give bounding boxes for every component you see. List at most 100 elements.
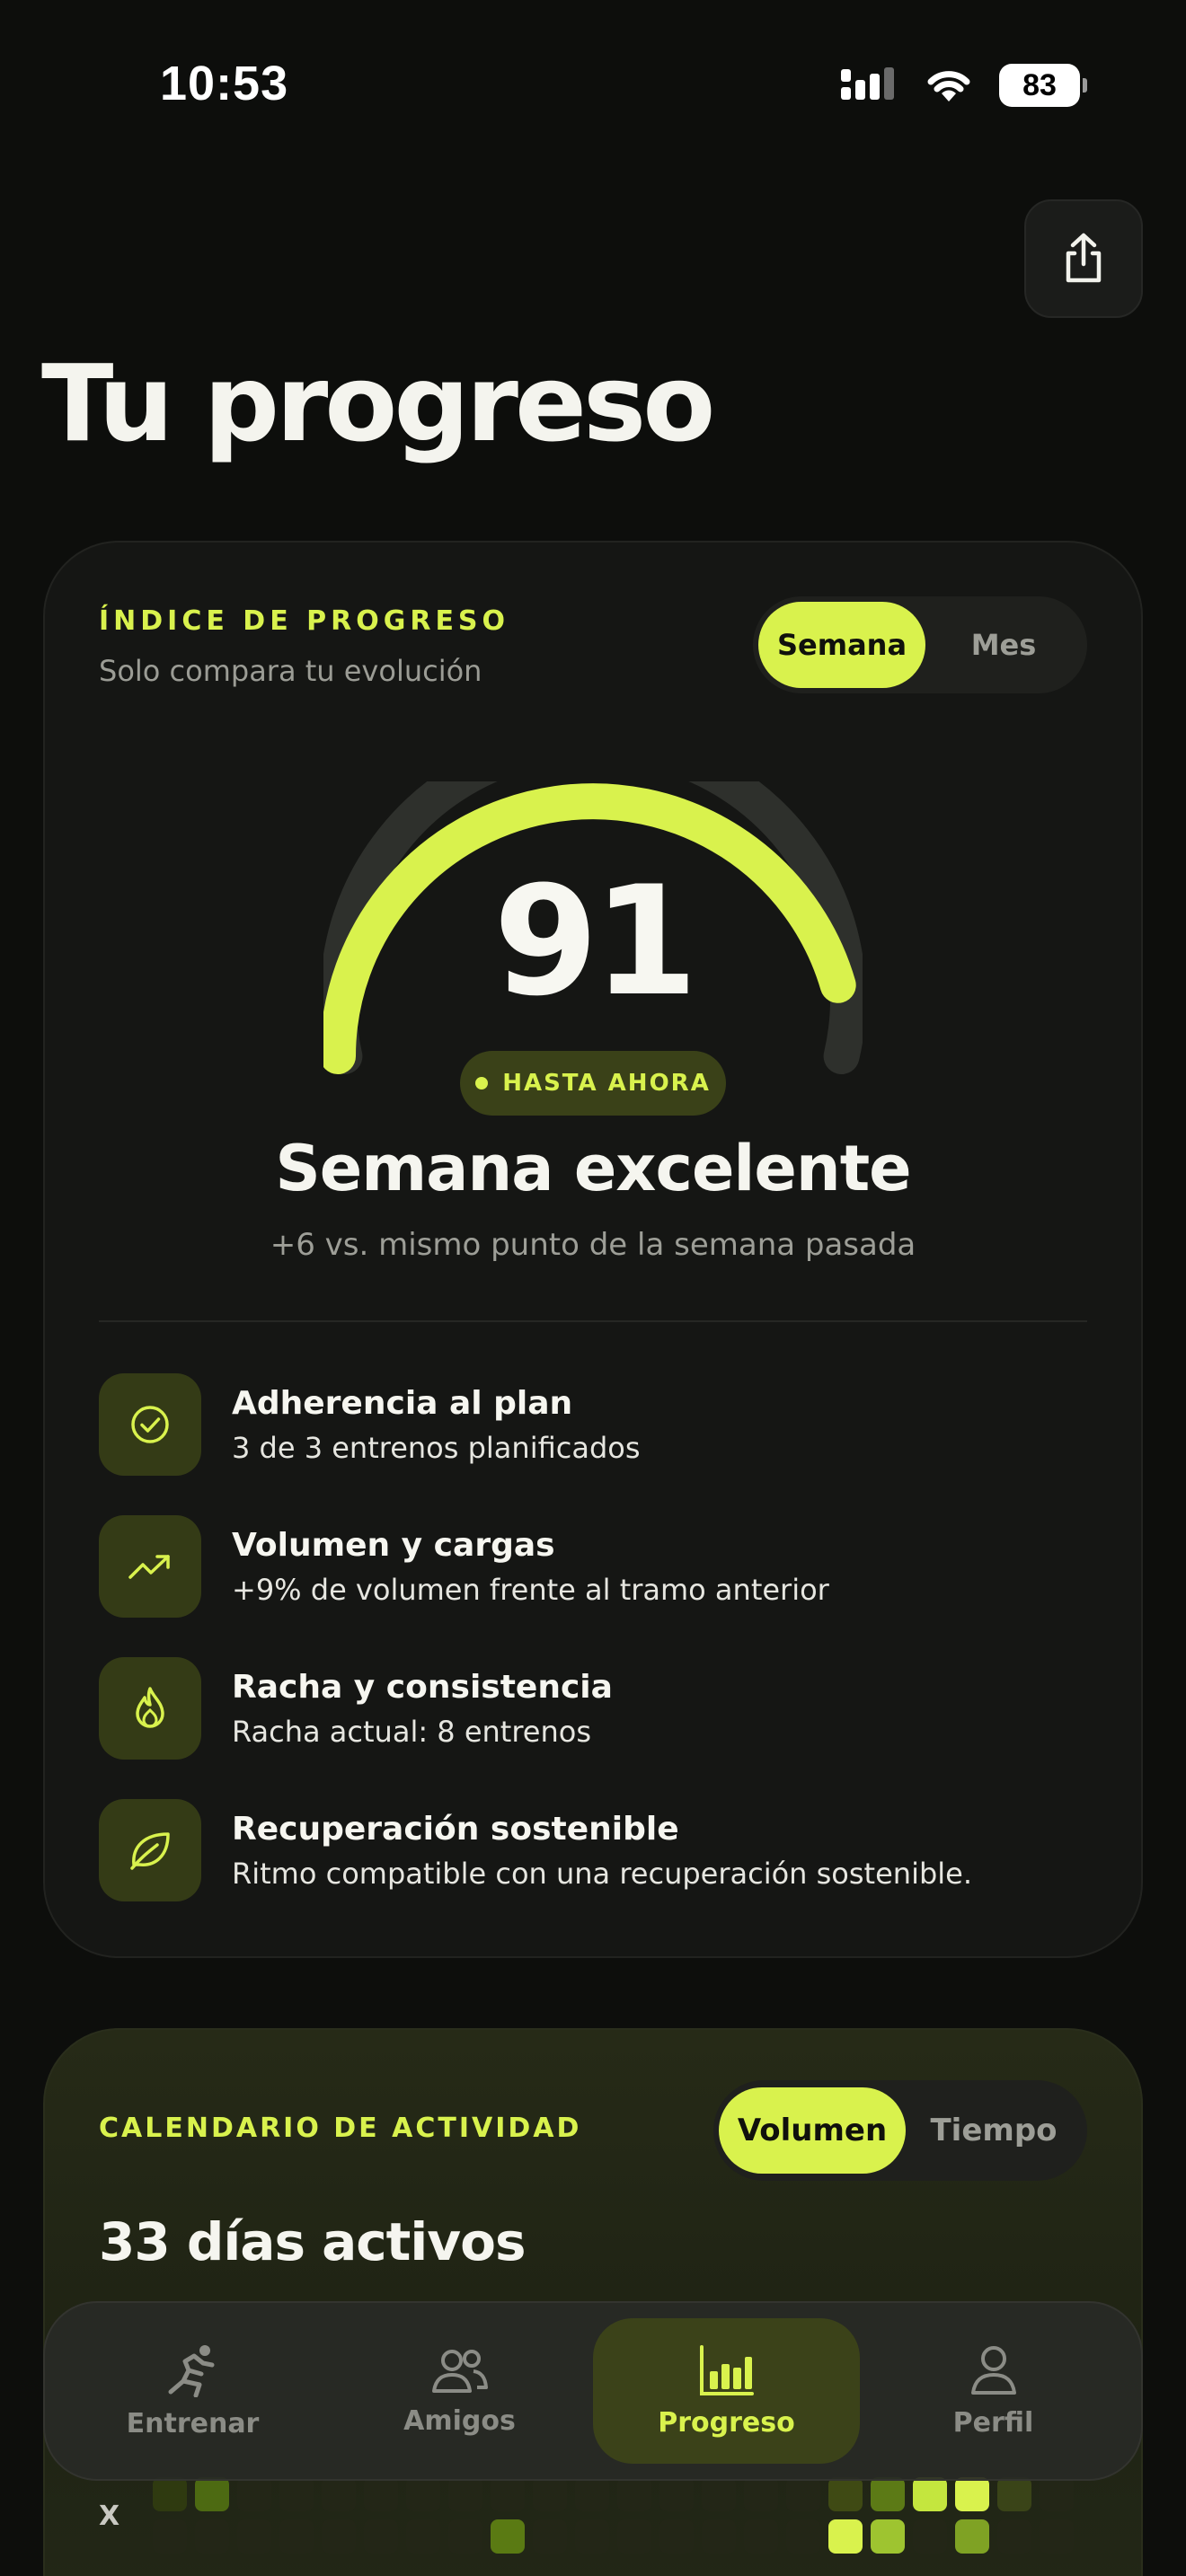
trend-up-icon (99, 1515, 201, 1618)
nav-label: Progreso (658, 2406, 795, 2439)
nav-perfil[interactable]: Perfil (860, 2318, 1127, 2464)
nav-label: Amigos (403, 2404, 516, 2437)
tab-tiempo[interactable]: Tiempo (906, 2087, 1082, 2174)
metric-title: Racha y consistencia (232, 1668, 613, 1706)
person-icon (970, 2345, 1016, 2395)
nav-label: Entrenar (126, 2407, 260, 2439)
metric-toggle: Volumen Tiempo (713, 2080, 1087, 2181)
heatmap-cell (533, 2519, 567, 2554)
heatmap-cell (617, 2519, 651, 2554)
tab-mes[interactable]: Mes (925, 602, 1082, 688)
tab-volumen[interactable]: Volumen (719, 2087, 906, 2174)
period-toggle: Semana Mes (753, 596, 1087, 693)
heatmap-cell (744, 2477, 778, 2511)
check-circle-icon (99, 1373, 201, 1476)
nav-amigos[interactable]: Amigos (326, 2318, 593, 2464)
progress-score: 91 (493, 853, 698, 1029)
heatmap-cell (279, 2477, 314, 2511)
progress-index-subtitle: Solo compara tu evolución (99, 654, 482, 688)
heatmap-cell (955, 2519, 989, 2554)
heatmap-cell (786, 2477, 820, 2511)
heatmap-cell (491, 2519, 525, 2554)
metric-desc: 3 de 3 entrenos planificados (232, 1430, 641, 1465)
week-delta: +6 vs. mismo punto de la semana pasada (270, 1227, 916, 1263)
battery-indicator: 83 (999, 64, 1087, 107)
bar-chart-icon (699, 2344, 754, 2395)
heatmap-cell (828, 2477, 863, 2511)
share-icon (1066, 233, 1102, 283)
status-time: 10:53 (160, 57, 289, 110)
flame-icon (99, 1657, 201, 1760)
heatmap-row-label: X (99, 2501, 120, 2532)
heatmap-cell (364, 2477, 398, 2511)
metric-streak: Racha y consistencia Racha actual: 8 ent… (99, 1656, 1087, 1760)
heatmap-cell (448, 2477, 482, 2511)
metric-desc: +9% de volumen frente al tramo anterior (232, 1572, 829, 1607)
metric-adherence: Adherencia al plan 3 de 3 entrenos plani… (99, 1372, 1087, 1477)
heatmap-cell (913, 2519, 947, 2554)
week-verdict: Semana excelente (275, 1132, 911, 1205)
heatmap-cell (659, 2519, 694, 2554)
metric-title: Recuperación sostenible (232, 1810, 679, 1848)
metric-title: Adherencia al plan (232, 1384, 573, 1422)
heatmap-cell (575, 2477, 609, 2511)
heatmap-cell (702, 2477, 736, 2511)
tab-semana[interactable]: Semana (758, 602, 925, 688)
nav-label: Perfil (952, 2406, 1034, 2439)
metric-recovery: Recuperación sostenible Ritmo compatible… (99, 1798, 1087, 1902)
metric-title: Volumen y cargas (232, 1526, 555, 1564)
nav-progreso[interactable]: Progreso (593, 2318, 860, 2464)
heatmap-cell (533, 2477, 567, 2511)
heatmap-cell (659, 2477, 694, 2511)
heatmap-cell (786, 2519, 820, 2554)
heatmap-cell (322, 2477, 356, 2511)
heatmap-cell (744, 2519, 778, 2554)
heatmap-cell (702, 2519, 736, 2554)
runner-icon (168, 2344, 214, 2397)
heatmap-cell (871, 2519, 905, 2554)
bottom-nav: Entrenar Amigos Progreso Perfil (43, 2301, 1143, 2481)
heatmap-cell (406, 2477, 440, 2511)
heatmap-cell (997, 2477, 1031, 2511)
status-badge: HASTA AHORA (460, 1051, 726, 1116)
progress-index-eyebrow: ÍNDICE DE PROGRESO (99, 605, 510, 637)
page-title: Tu progreso (41, 341, 715, 465)
heatmap-cell (322, 2519, 356, 2554)
heatmap-cell (1040, 2477, 1074, 2511)
heatmap-cell (153, 2519, 187, 2554)
friends-icon (431, 2349, 488, 2393)
heatmap-cell (575, 2519, 609, 2554)
heatmap-cell (364, 2519, 398, 2554)
active-days: 33 días activos (99, 2211, 526, 2272)
heatmap-cell (406, 2519, 440, 2554)
cellular-signal-icon (841, 67, 894, 100)
share-button[interactable] (1024, 199, 1143, 318)
badge-label: HASTA AHORA (502, 1070, 711, 1097)
metric-volume: Volumen y cargas +9% de volumen frente a… (99, 1514, 1087, 1619)
divider (99, 1320, 1087, 1322)
metric-desc: Ritmo compatible con una recuperación so… (232, 1856, 973, 1891)
heatmap-cell (871, 2477, 905, 2511)
badge-dot (475, 1077, 489, 1090)
heatmap-cell (491, 2477, 525, 2511)
heatmap-cell (153, 2477, 187, 2511)
leaf-icon (99, 1799, 201, 1901)
heatmap-cell (195, 2477, 229, 2511)
heatmap-cell (237, 2477, 271, 2511)
heatmap-cell (279, 2519, 314, 2554)
heatmap-cell (617, 2477, 651, 2511)
heatmap-cell (955, 2477, 989, 2511)
heatmap-cell (237, 2519, 271, 2554)
heatmap-cell (997, 2519, 1031, 2554)
nav-entrenar[interactable]: Entrenar (59, 2318, 326, 2464)
wifi-icon (927, 71, 970, 101)
heatmap-cell (448, 2519, 482, 2554)
activity-heatmap (153, 2477, 1105, 2576)
activity-eyebrow: CALENDARIO DE ACTIVIDAD (99, 2113, 582, 2144)
heatmap-cell (1040, 2519, 1074, 2554)
metric-desc: Racha actual: 8 entrenos (232, 1714, 591, 1749)
heatmap-cell (913, 2477, 947, 2511)
status-icons: 83 (839, 63, 1087, 108)
heatmap-cell (195, 2519, 229, 2554)
heatmap-cell (828, 2519, 863, 2554)
